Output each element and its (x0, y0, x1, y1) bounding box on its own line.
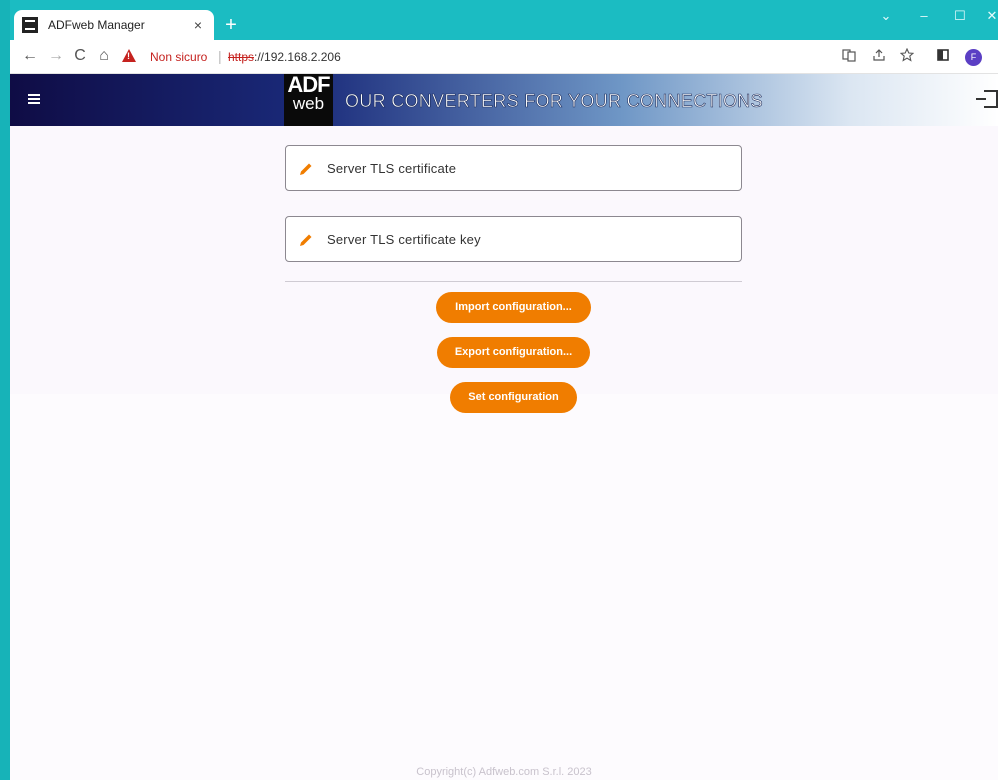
set-configuration-button[interactable]: Set configuration (450, 382, 577, 413)
import-configuration-button[interactable]: Import configuration... (436, 292, 591, 323)
footer-copyright: Copyright(c) Adfweb.com S.r.l. 2023 (416, 766, 592, 778)
export-configuration-button[interactable]: Export configuration... (437, 337, 590, 368)
tab-search-icon[interactable]: ⌄ (874, 8, 898, 24)
maximize-button[interactable]: ☐ (948, 8, 972, 24)
minimize-button[interactable]: – (912, 8, 936, 23)
warning-icon[interactable] (122, 49, 136, 62)
url-text[interactable]: https://192.168.2.206 (228, 50, 341, 64)
profile-avatar[interactable]: F (965, 49, 982, 66)
logo-text-top: ADF (287, 72, 330, 97)
tab-title: ADFweb Manager (48, 18, 145, 32)
browser-tab[interactable]: ADFweb Manager × (14, 10, 214, 40)
side-panel-icon[interactable] (934, 48, 952, 65)
menu-icon[interactable] (28, 94, 40, 104)
server-tls-certificate-field[interactable]: Server TLS certificate (285, 145, 742, 191)
tab-close-icon[interactable]: × (190, 17, 206, 33)
new-tab-button[interactable]: + (220, 14, 242, 36)
divider (285, 281, 742, 282)
logout-icon[interactable] (976, 90, 998, 108)
url-separator: | (218, 48, 222, 64)
field-label: Server TLS certificate key (327, 232, 481, 247)
adfweb-favicon-icon (22, 17, 38, 33)
close-window-button[interactable]: ✕ (980, 8, 998, 24)
adfweb-logo: ADF web (284, 74, 333, 126)
server-tls-certificate-key-field[interactable]: Server TLS certificate key (285, 216, 742, 262)
url-host: ://192.168.2.206 (254, 50, 341, 64)
header-slogan: OUR CONVERTERS FOR YOUR CONNECTIONS (345, 91, 763, 112)
address-bar: ← → C ⌂ Non sicuro | https://192.168.2.2… (10, 40, 998, 74)
window-border (0, 0, 10, 780)
share-icon[interactable] (870, 48, 888, 65)
app-header: ADF web OUR CONVERTERS FOR YOUR CONNECTI… (10, 74, 998, 126)
security-label[interactable]: Non sicuro (150, 50, 207, 64)
home-icon[interactable]: ⌂ (94, 47, 114, 65)
logo-text-bottom: web (292, 94, 325, 113)
field-label: Server TLS certificate (327, 161, 457, 176)
bookmark-star-icon[interactable] (898, 47, 916, 65)
translate-icon[interactable] (840, 48, 858, 65)
pencil-icon (300, 163, 312, 175)
reload-icon[interactable]: C (70, 47, 90, 65)
pencil-icon (300, 234, 312, 246)
forward-icon[interactable]: → (46, 47, 66, 65)
url-protocol: https (228, 50, 255, 64)
back-icon[interactable]: ← (20, 47, 40, 65)
